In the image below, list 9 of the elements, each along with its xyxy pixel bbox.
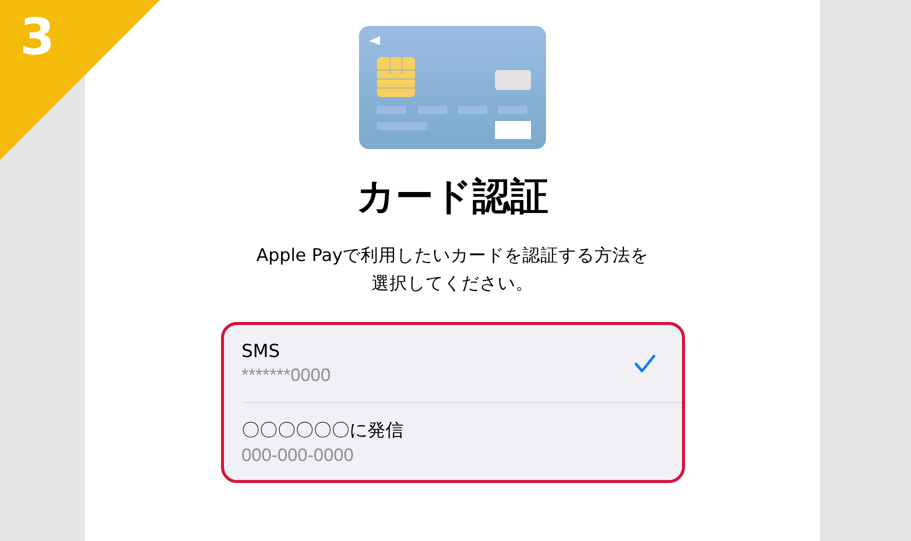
description-text: Apple Payで利用したいカードを認証する方法を選択してください。 bbox=[255, 245, 650, 296]
method-option[interactable]: SMS *******0000 bbox=[224, 325, 682, 402]
method-option[interactable]: 〇〇〇〇〇〇に発信 000-000-0000 bbox=[224, 403, 682, 480]
method-label: SMS bbox=[242, 341, 280, 362]
screen-title: カード認証 bbox=[356, 173, 548, 220]
method-detail: *******0000 bbox=[242, 365, 331, 386]
method-detail: 000-000-0000 bbox=[242, 444, 354, 466]
method-label: 〇〇〇〇〇〇に発信 bbox=[242, 418, 404, 442]
step-number: 3 bbox=[20, 8, 55, 66]
